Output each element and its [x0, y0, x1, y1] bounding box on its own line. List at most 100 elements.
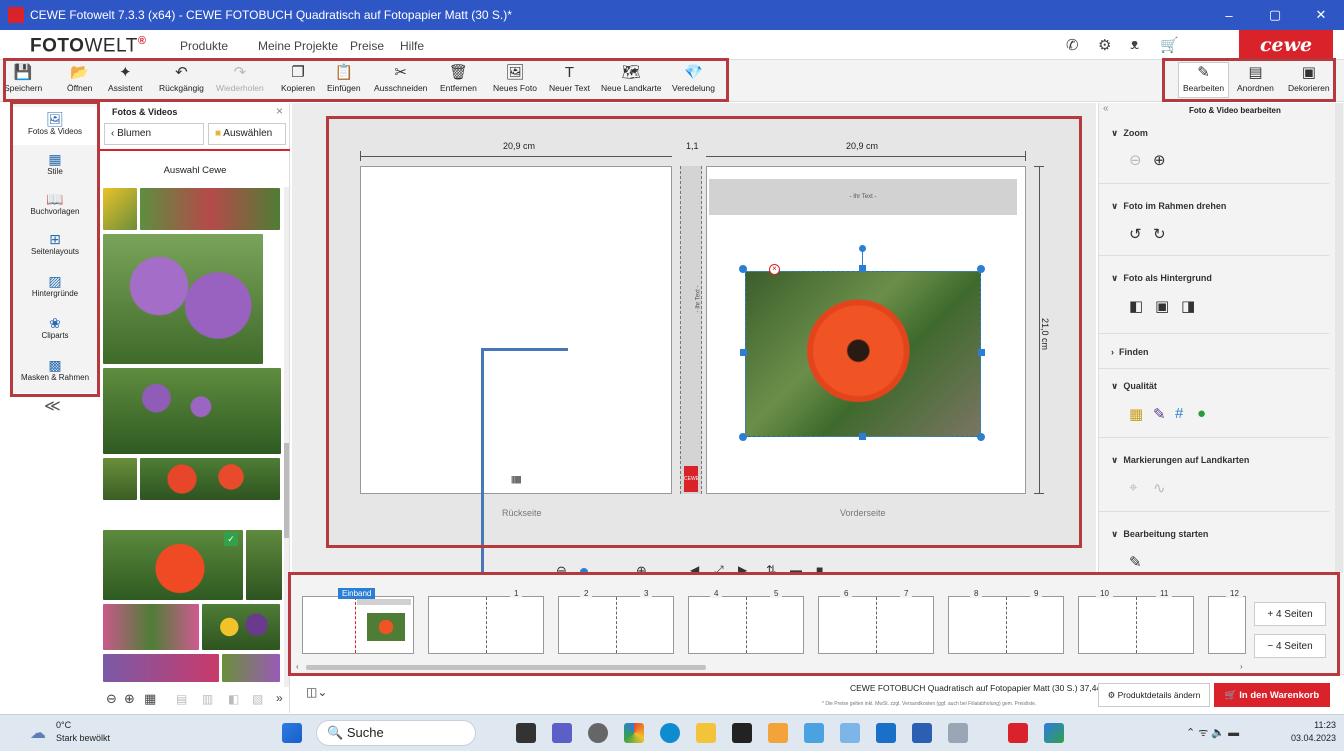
- highlight-left-rail: [10, 101, 100, 397]
- taskbar-app[interactable]: [804, 723, 824, 743]
- taskbar-app[interactable]: [552, 723, 572, 743]
- grid-icon[interactable]: #: [1175, 405, 1183, 422]
- more-options-button[interactable]: »: [276, 691, 283, 705]
- back-to-folder-button[interactable]: ‹ Blumen: [104, 123, 204, 145]
- menu-preise[interactable]: Preise: [350, 39, 384, 53]
- photo-thumb[interactable]: [103, 188, 137, 230]
- taskbar-app[interactable]: [768, 723, 788, 743]
- red-eye-icon[interactable]: ●: [1197, 405, 1206, 422]
- highlight-mode-switcher: [1162, 58, 1336, 102]
- photo-thumb[interactable]: [103, 530, 243, 600]
- panel-zoom-in-icon[interactable]: ⊕: [1153, 151, 1166, 169]
- start-button[interactable]: [282, 723, 302, 743]
- maximize-button[interactable]: ▢: [1252, 0, 1298, 30]
- separator: [1099, 183, 1329, 184]
- background-left-icon[interactable]: ◧: [1129, 297, 1143, 315]
- weather-desc[interactable]: Stark bewölkt: [56, 733, 110, 743]
- photos-panel-close[interactable]: ×: [276, 104, 283, 118]
- separator: [1099, 333, 1329, 334]
- photos-scrollbar-thumb[interactable]: [284, 443, 289, 538]
- photo-thumb[interactable]: [103, 368, 281, 454]
- view-option-icon[interactable]: ◧: [228, 692, 239, 706]
- taskbar-app[interactable]: [660, 723, 680, 743]
- zoom-in-icon[interactable]: ⊕: [124, 691, 135, 707]
- photo-thumb[interactable]: [202, 604, 280, 650]
- taskbar-app[interactable]: [624, 723, 644, 743]
- cart-icon: 🛒: [1224, 689, 1240, 701]
- photo-thumb[interactable]: [103, 234, 263, 364]
- taskbar-app[interactable]: [516, 723, 536, 743]
- photo-thumb[interactable]: [222, 654, 280, 682]
- section-map-markers[interactable]: ∨ Markierungen auf Landkarten: [1111, 455, 1249, 466]
- taskbar-app[interactable]: [588, 723, 608, 743]
- taskbar-app[interactable]: [948, 723, 968, 743]
- taskbar-app[interactable]: [732, 723, 752, 743]
- minimize-button[interactable]: –: [1206, 0, 1252, 30]
- weather-temp[interactable]: 0°C: [56, 720, 71, 730]
- photo-group-title: Auswahl Cewe: [163, 165, 227, 176]
- section-start-editing[interactable]: ∨ Bearbeitung starten: [1111, 529, 1208, 540]
- photos-panel: Fotos & Videos × ‹ Blumen ■ Auswählen Au…: [100, 103, 290, 713]
- auto-enhance-icon[interactable]: ▦: [1129, 405, 1143, 423]
- search-icon: 🔍: [327, 725, 347, 740]
- page-view-icon[interactable]: ◫⌄: [306, 685, 327, 699]
- close-window-button[interactable]: ✕: [1298, 0, 1344, 30]
- edit-properties-panel: « Foto & Video bearbeiten ∨ Zoom ⊖ ⊕ ∨ F…: [1098, 103, 1344, 573]
- menu-meine-projekte[interactable]: Meine Projekte: [258, 39, 338, 53]
- section-rotate-in-frame[interactable]: ∨ Foto im Rahmen drehen: [1111, 201, 1226, 212]
- clock-time[interactable]: 11:23: [1292, 720, 1336, 730]
- photo-thumb[interactable]: [140, 188, 280, 230]
- product-details-button[interactable]: ⚙ Produktdetails ändern: [1098, 683, 1210, 707]
- zoom-out-icon[interactable]: ⊖: [106, 691, 117, 707]
- cewe-brand-logo: cewe: [1239, 30, 1333, 60]
- separator: [1099, 255, 1329, 256]
- rail-collapse-button[interactable]: ≪: [44, 396, 61, 416]
- phone-icon[interactable]: ✆: [1066, 36, 1079, 54]
- menu-bar: FOTOWELT® Produkte Meine Projekte Preise…: [0, 30, 1344, 60]
- right-panel-title: Foto & Video bearbeiten: [1189, 106, 1281, 115]
- photo-thumb[interactable]: [103, 458, 137, 500]
- add-to-cart-button[interactable]: 🛒 In den Warenkorb: [1214, 683, 1330, 707]
- photo-thumb[interactable]: [103, 654, 219, 682]
- select-folder-button[interactable]: ■ Auswählen: [208, 123, 286, 145]
- route-icon[interactable]: ∿: [1153, 479, 1166, 497]
- section-photo-as-background[interactable]: ∨ Foto als Hintergrund: [1111, 273, 1212, 284]
- view-option-icon[interactable]: ▤: [176, 692, 187, 706]
- rotate-right-icon[interactable]: ↻: [1153, 225, 1166, 243]
- view-option-icon[interactable]: ▧: [252, 692, 263, 706]
- photo-thumb[interactable]: [246, 530, 282, 600]
- clock-date[interactable]: 03.04.2023: [1272, 733, 1336, 743]
- taskbar-search[interactable]: 🔍 Suche: [316, 720, 476, 746]
- map-marker-icon[interactable]: ⌖: [1129, 479, 1137, 496]
- photo-thumb[interactable]: [103, 604, 199, 650]
- grid-view-icon[interactable]: ▦: [144, 691, 156, 707]
- taskbar-app[interactable]: [696, 723, 716, 743]
- fotowelt-logo: FOTOWELT®: [30, 35, 147, 57]
- right-panel-scrollbar[interactable]: [1335, 103, 1343, 573]
- menu-produkte[interactable]: Produkte: [180, 39, 228, 53]
- background-right-icon[interactable]: ◨: [1181, 297, 1195, 315]
- weather-cloud-icon: ☁: [30, 725, 46, 742]
- external-edit-icon[interactable]: ✎: [1129, 553, 1142, 571]
- menu-hilfe[interactable]: Hilfe: [400, 39, 424, 53]
- taskbar-app[interactable]: [1044, 723, 1064, 743]
- section-qualitaet[interactable]: ∨ Qualität: [1111, 381, 1157, 392]
- rotate-left-icon[interactable]: ↺: [1129, 225, 1142, 243]
- section-zoom[interactable]: ∨ Zoom: [1111, 128, 1148, 139]
- photo-thumb[interactable]: [140, 458, 280, 500]
- taskbar-app[interactable]: [840, 723, 860, 743]
- settings-gear-icon[interactable]: ⚙: [1098, 36, 1111, 54]
- taskbar-app[interactable]: [876, 723, 896, 743]
- view-option-icon[interactable]: ▥: [202, 692, 213, 706]
- taskbar-app[interactable]: [912, 723, 932, 743]
- brush-icon[interactable]: ✎: [1153, 405, 1166, 423]
- right-panel-collapse[interactable]: «: [1103, 103, 1109, 114]
- taskbar-cewe-app[interactable]: [1008, 723, 1028, 743]
- background-full-icon[interactable]: ▣: [1155, 297, 1169, 315]
- user-icon[interactable]: ᴥ: [1130, 36, 1139, 53]
- panel-zoom-out-icon[interactable]: ⊖: [1129, 151, 1142, 169]
- section-finden[interactable]: › Finden: [1111, 347, 1149, 357]
- tray-icons[interactable]: ⌃ ᯤ 🔈 ▬: [1186, 725, 1239, 740]
- cart-icon[interactable]: 🛒: [1160, 36, 1179, 54]
- gear-icon: ⚙: [1107, 689, 1118, 700]
